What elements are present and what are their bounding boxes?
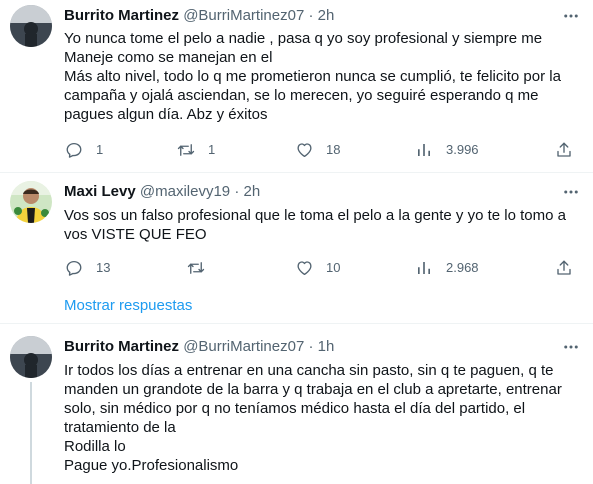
like-count: 18 xyxy=(326,142,341,157)
retweet-icon xyxy=(176,140,196,160)
author-handle[interactable]: @maxilevy19 xyxy=(140,183,230,200)
tweet-header: Maxi Levy @maxilevy19 · 2h xyxy=(64,182,260,202)
heart-icon xyxy=(294,258,314,278)
tweet-actions: 1 1 18 3.996 xyxy=(64,140,584,160)
author-name[interactable]: Maxi Levy xyxy=(64,183,136,200)
retweet-button[interactable]: 1 xyxy=(176,140,215,160)
separator: · xyxy=(308,338,314,355)
avatar[interactable] xyxy=(10,5,52,47)
views-icon xyxy=(414,258,434,278)
share-button[interactable] xyxy=(554,140,574,160)
author-handle[interactable]: @BurriMartinez07 xyxy=(183,338,304,355)
tweet-actions: 13 10 2.968 xyxy=(64,258,584,278)
tweet-header: Burrito Martinez @BurriMartinez07 · 1h xyxy=(64,337,334,357)
views-icon xyxy=(414,140,434,160)
retweet-icon xyxy=(186,258,206,278)
tweet-text-line: Vos sos un falso profesional que le toma… xyxy=(64,207,566,224)
separator: · xyxy=(308,7,314,24)
tweet-text-line: Pague yo.Profesionalismo xyxy=(64,457,239,474)
like-button[interactable]: 10 xyxy=(294,258,340,278)
views-button[interactable]: 2.968 xyxy=(414,258,479,278)
tweet-text-line: manden un grandote de la barra y q traba… xyxy=(64,381,562,398)
retweet-button[interactable] xyxy=(186,258,218,278)
author-name[interactable]: Burrito Martinez xyxy=(64,7,179,24)
tweet-text: Ir todos los días a entrenar en una canc… xyxy=(64,361,562,475)
view-count: 3.996 xyxy=(446,142,479,157)
tweet-text-line: Maneje como se manejan en el xyxy=(64,49,273,66)
reply-button[interactable]: 1 xyxy=(64,140,103,160)
retweet-count: 1 xyxy=(208,142,216,157)
timestamp[interactable]: 1h xyxy=(318,338,335,355)
reply-icon xyxy=(64,140,84,160)
tweet-text-line: Rodilla lo xyxy=(64,438,126,455)
tweet[interactable]: Maxi Levy @maxilevy19 · 2h Vos sos un fa… xyxy=(0,173,593,283)
thread-line xyxy=(30,382,32,484)
tweet-text-line: Ir todos los días a entrenar en una canc… xyxy=(64,362,554,379)
more-icon[interactable] xyxy=(561,337,581,357)
view-count: 2.968 xyxy=(446,260,479,275)
more-icon[interactable] xyxy=(561,6,581,26)
reply-icon xyxy=(64,258,84,278)
tweet-text-line: pagues algun día. Abz y éxitos xyxy=(64,106,268,123)
tweet-text-line: Yo nunca tome el pelo a nadie , pasa q y… xyxy=(64,30,543,47)
share-icon xyxy=(554,140,574,160)
tweet-header: Burrito Martinez @BurriMartinez07 · 2h xyxy=(64,6,334,26)
avatar[interactable] xyxy=(10,336,52,378)
tweet-text: Vos sos un falso profesional que le toma… xyxy=(64,206,566,244)
tweet-text-line: campaña y ojalá asciendan, se lo merecen… xyxy=(64,87,539,104)
like-button[interactable]: 18 xyxy=(294,140,340,160)
timestamp[interactable]: 2h xyxy=(318,7,335,24)
reply-button[interactable]: 13 xyxy=(64,258,110,278)
share-button[interactable] xyxy=(554,258,574,278)
avatar[interactable] xyxy=(10,181,52,223)
author-handle[interactable]: @BurriMartinez07 xyxy=(183,7,304,24)
tweet[interactable]: Burrito Martinez @BurriMartinez07 · 2h Y… xyxy=(0,0,593,172)
heart-icon xyxy=(294,140,314,160)
author-name[interactable]: Burrito Martinez xyxy=(64,338,179,355)
like-count: 10 xyxy=(326,260,341,275)
more-icon[interactable] xyxy=(561,182,581,202)
reply-count: 13 xyxy=(96,260,111,275)
tweet-text-line: tratamiento de la xyxy=(64,419,176,436)
show-replies-link[interactable]: Mostrar respuestas xyxy=(64,296,192,316)
views-button[interactable]: 3.996 xyxy=(414,140,479,160)
tweet-text: Yo nunca tome el pelo a nadie , pasa q y… xyxy=(64,29,561,124)
timestamp[interactable]: 2h xyxy=(244,183,261,200)
tweet-text-line: Más alto nivel, todo lo q me prometieron… xyxy=(64,68,561,85)
tweet[interactable]: Burrito Martinez @BurriMartinez07 · 1h I… xyxy=(0,324,593,484)
share-icon xyxy=(554,258,574,278)
tweet-text-line: solo, sin médico por q no teníamos médic… xyxy=(64,400,526,417)
tweet-text-line: vos VISTE QUE FEO xyxy=(64,226,207,243)
reply-count: 1 xyxy=(96,142,104,157)
separator: · xyxy=(234,183,240,200)
